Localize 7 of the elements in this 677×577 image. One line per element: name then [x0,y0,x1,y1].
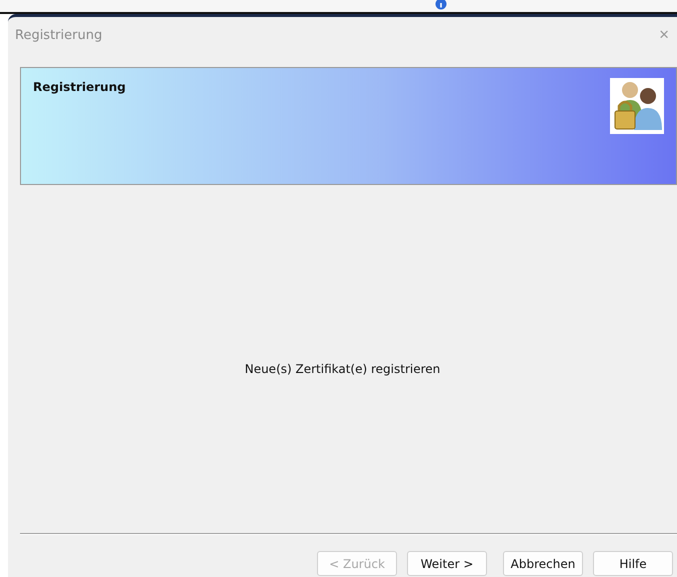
users-lock-icon [610,78,664,134]
wizard-button[interactable]: Hilfe [593,551,673,576]
wizard-button[interactable]: Weiter > [407,551,487,576]
wizard-button[interactable]: Abbrechen [503,551,583,576]
window-title: Registrierung [15,28,102,42]
message-text: Neue(s) Zertifikat(e) registrieren [244,362,440,376]
banner-title: Registrierung [33,80,126,94]
